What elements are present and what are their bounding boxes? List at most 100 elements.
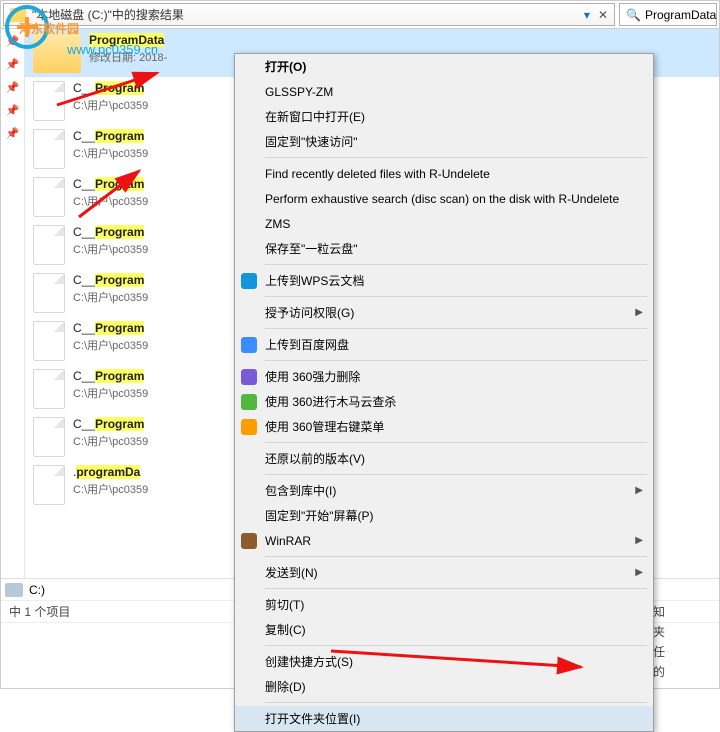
chevron-right-icon: ▶ [635,307,643,318]
file-icon [33,81,65,121]
file-icon [33,129,65,169]
menu-item[interactable]: 使用 360强力删除 [235,364,653,389]
menu-separator [265,556,647,557]
menu-separator [265,474,647,475]
menu-item[interactable]: Perform exhaustive search (disc scan) on… [235,186,653,211]
item-name: ProgramData [89,33,167,47]
menu-item[interactable]: 使用 360进行木马云查杀 [235,389,653,414]
menu-item-label: 删除(D) [265,678,306,695]
item-subtitle: C:\用户\pc0359 [73,385,148,401]
menu-item-label: 固定到"快速访问" [265,133,358,150]
clipped-char: 任 [653,642,717,662]
item-subtitle: C:\用户\pc0359 [73,145,148,161]
menu-item[interactable]: 保存至"一粒云盘" [235,236,653,261]
cloud-icon [241,337,257,353]
address-bar: "本地磁盘 (C:)"中的搜索结果 ▾ ✕ 🔍 ProgramData [1,1,719,29]
menu-separator [265,264,647,265]
menu-item[interactable]: ZMS [235,211,653,236]
menu-item[interactable]: 删除(D) [235,674,653,699]
file-icon [33,369,65,409]
menu-item[interactable]: 剪切(T) [235,592,653,617]
clear-icon[interactable]: ✕ [598,8,608,22]
breadcrumb-bar[interactable]: "本地磁盘 (C:)"中的搜索结果 ▾ ✕ [3,3,615,26]
menu-item[interactable]: 打开(O) [235,54,653,79]
file-icon [33,417,65,457]
menu-item[interactable]: 在新窗口中打开(E) [235,104,653,129]
drive-label: C:) [29,583,45,597]
menu-item-label: 打开(O) [265,58,306,75]
menu-item[interactable]: 创建快捷方式(S) [235,649,653,674]
menu-item-label: 剪切(T) [265,596,304,613]
menu-separator [265,442,647,443]
file-icon [33,465,65,505]
watermark-logo-icon [5,5,49,49]
scan-icon [241,394,257,410]
menu-item-label: Perform exhaustive search (disc scan) on… [265,192,619,206]
menu-item-label: ZMS [265,217,290,231]
pin-icon[interactable]: 📌 [6,81,20,94]
menu-item-label: 打开文件夹位置(I) [265,710,360,727]
quick-access-strip: 📌 📌 📌 📌 📌 [1,29,25,579]
clipped-char: 的 [653,662,717,682]
item-subtitle: C:\用户\pc0359 [73,433,148,449]
chevron-right-icon: ▶ [635,485,643,496]
search-icon: 🔍 [626,8,641,22]
menu-separator [265,645,647,646]
item-subtitle: C:\用户\pc0359 [73,97,148,113]
menu-item-label: 在新窗口中打开(E) [265,108,365,125]
item-name: C__Program [73,369,148,383]
menu-item[interactable]: 固定到"快速访问" [235,129,653,154]
clipped-char: 知 [653,602,717,622]
wps-icon [241,273,257,289]
menu-item-label: GLSSPY-ZM [265,85,333,99]
menu-separator [265,360,647,361]
menu-item-label: 上传到WPS云文档 [265,272,364,289]
menu-item[interactable]: 固定到"开始"屏幕(P) [235,503,653,528]
item-subtitle: C:\用户\pc0359 [73,241,148,257]
pin-icon[interactable]: 📌 [6,104,20,117]
menu-separator [265,702,647,703]
clipped-text: 知夹任的 [653,602,717,682]
menu-item-label: 创建快捷方式(S) [265,653,353,670]
menu-item[interactable]: Find recently deleted files with R-Undel… [235,161,653,186]
menu-separator [265,296,647,297]
chevron-down-icon[interactable]: ▾ [582,10,592,20]
menu-item-label: Find recently deleted files with R-Undel… [265,167,490,181]
file-icon [33,273,65,313]
drive-icon [5,583,23,597]
menu-item[interactable]: 使用 360管理右键菜单 [235,414,653,439]
chevron-right-icon: ▶ [635,535,643,546]
menu-item-label: 使用 360强力删除 [265,368,360,385]
pin-icon[interactable]: 📌 [6,127,20,140]
item-name: C__Program [73,273,148,287]
breadcrumb-text: "本地磁盘 (C:)"中的搜索结果 [32,6,184,23]
item-subtitle: C:\用户\pc0359 [73,193,148,209]
item-name: C__Program [73,417,148,431]
menu-item-label: 固定到"开始"屏幕(P) [265,507,374,524]
rar-icon [241,533,257,549]
menu-item-label: 上传到百度网盘 [265,336,349,353]
search-input[interactable]: 🔍 ProgramData [619,3,717,26]
menu-item[interactable]: WinRAR▶ [235,528,653,553]
menu-item-label: 发送到(N) [265,564,318,581]
context-menu: 打开(O) GLSSPY-ZM 在新窗口中打开(E) 固定到"快速访问" Find re… [234,53,654,732]
item-subtitle: C:\用户\pc0359 [73,337,148,353]
item-name: C__Program [73,225,148,239]
menu-item[interactable]: 上传到WPS云文档 [235,268,653,293]
item-name: .programDa [73,465,148,479]
item-name: C__Program [73,177,148,191]
menu-item[interactable]: GLSSPY-ZM [235,79,653,104]
menu-item[interactable]: 还原以前的版本(V) [235,446,653,471]
menu-item[interactable]: 复制(C) [235,617,653,642]
menu-item[interactable]: 上传到百度网盘 [235,332,653,357]
del-icon [241,369,257,385]
menu-item[interactable]: 包含到库中(I)▶ [235,478,653,503]
menu-item[interactable]: 授予访问权限(G)▶ [235,300,653,325]
chevron-right-icon: ▶ [635,567,643,578]
pin-icon[interactable]: 📌 [6,58,20,71]
menu-item-label: 复制(C) [265,621,306,638]
mgr-icon [241,419,257,435]
menu-item[interactable]: 打开文件夹位置(I) [235,706,653,731]
file-icon [33,321,65,361]
menu-item[interactable]: 发送到(N) ▶ [235,560,653,585]
